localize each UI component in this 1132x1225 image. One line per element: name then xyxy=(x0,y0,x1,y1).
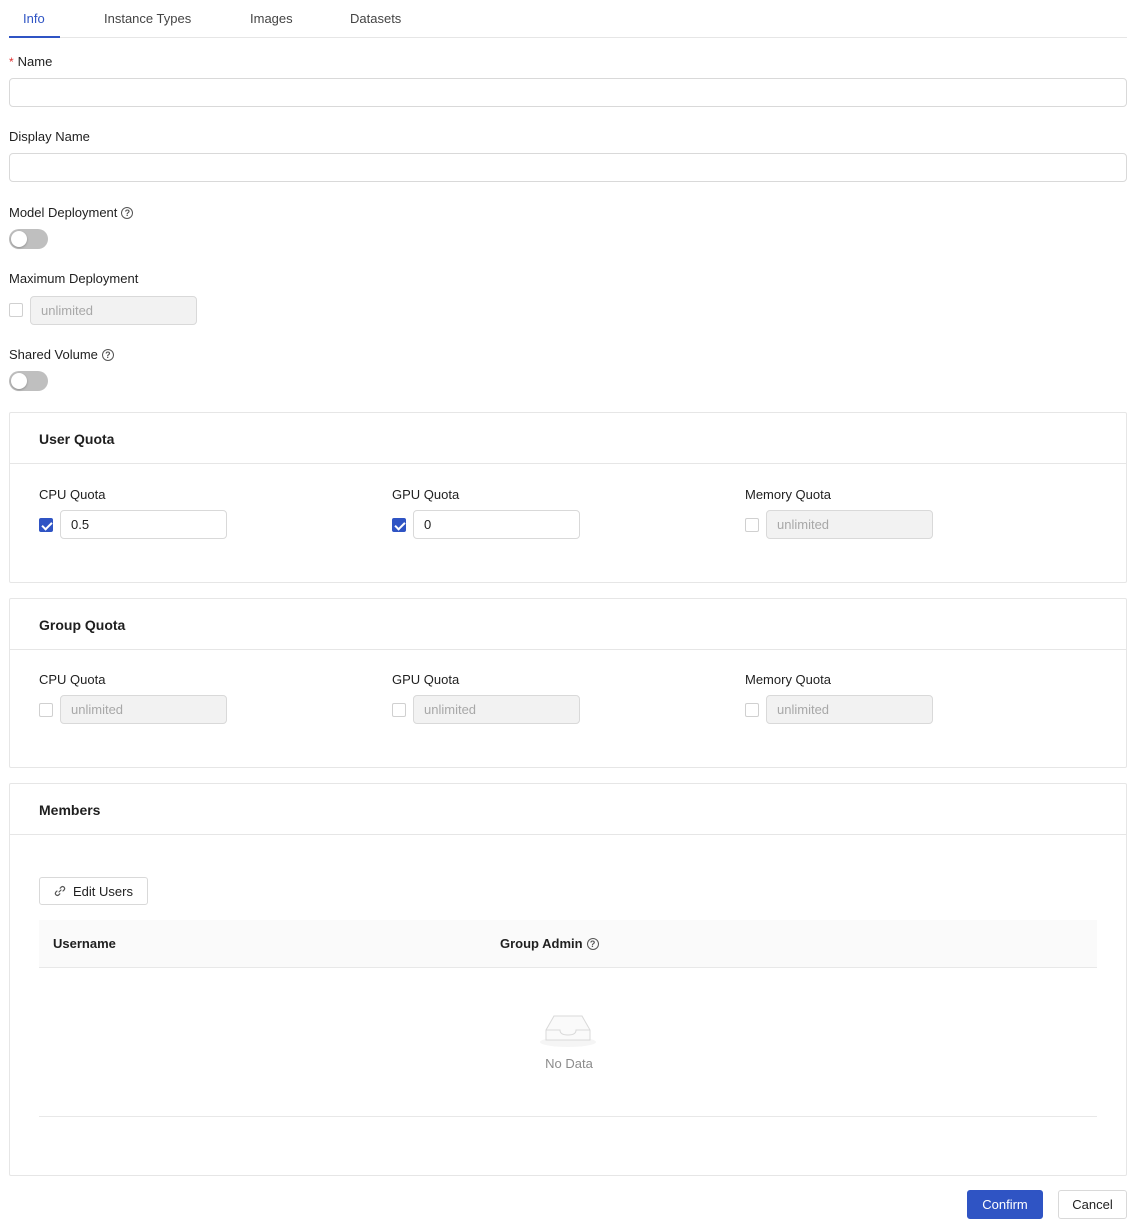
group-quota-title: Group Quota xyxy=(39,617,126,633)
model-deployment-label-text: Model Deployment xyxy=(9,205,118,220)
confirm-button[interactable]: Confirm xyxy=(967,1190,1043,1219)
link-icon xyxy=(54,885,66,897)
user-cpu-quota-input[interactable] xyxy=(60,510,227,539)
model-deployment-label: Model Deployment ? xyxy=(9,205,134,220)
group-gpu-quota-label: GPU Quota xyxy=(392,672,460,687)
display-name-label-text: Display Name xyxy=(9,129,90,144)
display-name-label: Display Name xyxy=(9,129,90,144)
shared-volume-toggle[interactable] xyxy=(9,371,48,391)
user-memory-quota-label: Memory Quota xyxy=(745,487,831,502)
column-group-admin: Group Admin ? xyxy=(500,936,599,951)
cancel-button[interactable]: Cancel xyxy=(1058,1190,1127,1219)
column-username: Username xyxy=(53,936,116,951)
user-cpu-quota-label: CPU Quota xyxy=(39,487,106,502)
members-card: Members Edit Users Username Group Admin … xyxy=(9,783,1127,1176)
shared-volume-label: Shared Volume ? xyxy=(9,347,114,362)
table-divider xyxy=(39,1116,1097,1117)
group-memory-quota-checkbox[interactable] xyxy=(745,703,759,717)
model-deployment-toggle[interactable] xyxy=(9,229,48,249)
question-circle-icon[interactable]: ? xyxy=(121,206,134,219)
edit-users-label: Edit Users xyxy=(73,883,133,899)
question-circle-icon[interactable]: ? xyxy=(101,348,114,361)
empty-text: No Data xyxy=(545,1056,593,1071)
maximum-deployment-checkbox[interactable] xyxy=(9,303,23,317)
group-quota-card: Group Quota CPU Quota GPU Quota Memory Q… xyxy=(9,598,1127,768)
name-input[interactable] xyxy=(9,78,1127,107)
column-group-admin-label: Group Admin xyxy=(500,936,583,951)
tab-instance-types[interactable]: Instance Types xyxy=(104,11,191,26)
group-cpu-quota-label: CPU Quota xyxy=(39,672,106,687)
user-gpu-quota-input[interactable] xyxy=(413,510,580,539)
user-gpu-quota-label: GPU Quota xyxy=(392,487,460,502)
group-cpu-quota-checkbox[interactable] xyxy=(39,703,53,717)
user-quota-card: User Quota CPU Quota GPU Quota Memory Qu… xyxy=(9,412,1127,583)
group-memory-quota-input[interactable] xyxy=(766,695,933,724)
user-quota-title: User Quota xyxy=(39,431,115,447)
group-memory-quota-label: Memory Quota xyxy=(745,672,831,687)
tab-info[interactable]: Info xyxy=(23,11,45,26)
name-label: * Name xyxy=(9,54,52,69)
name-label-text: Name xyxy=(17,54,53,69)
group-gpu-quota-checkbox[interactable] xyxy=(392,703,406,717)
members-title: Members xyxy=(39,802,101,818)
question-circle-icon[interactable]: ? xyxy=(586,937,599,950)
maximum-deployment-label-text: Maximum Deployment xyxy=(9,271,139,286)
members-header: Members xyxy=(10,784,1126,835)
empty-inbox-icon xyxy=(538,1008,598,1051)
toggle-knob xyxy=(11,373,27,389)
tab-images[interactable]: Images xyxy=(250,11,293,26)
tab-bar: Info Instance Types Images Datasets xyxy=(9,0,1127,38)
shared-volume-label-text: Shared Volume xyxy=(9,347,98,362)
group-quota-header: Group Quota xyxy=(10,599,1126,650)
toggle-knob xyxy=(11,231,27,247)
edit-users-button[interactable]: Edit Users xyxy=(39,877,148,905)
tab-datasets[interactable]: Datasets xyxy=(350,11,401,26)
display-name-input[interactable] xyxy=(9,153,1127,182)
maximum-deployment-input[interactable] xyxy=(30,296,197,325)
user-gpu-quota-checkbox[interactable] xyxy=(392,518,406,532)
members-table-header: Username Group Admin ? xyxy=(39,920,1097,968)
group-gpu-quota-input[interactable] xyxy=(413,695,580,724)
active-tab-indicator xyxy=(9,36,60,38)
user-memory-quota-input[interactable] xyxy=(766,510,933,539)
user-memory-quota-checkbox[interactable] xyxy=(745,518,759,532)
user-quota-header: User Quota xyxy=(10,413,1126,464)
group-cpu-quota-input[interactable] xyxy=(60,695,227,724)
required-mark: * xyxy=(9,54,14,69)
maximum-deployment-label: Maximum Deployment xyxy=(9,271,138,286)
user-cpu-quota-checkbox[interactable] xyxy=(39,518,53,532)
